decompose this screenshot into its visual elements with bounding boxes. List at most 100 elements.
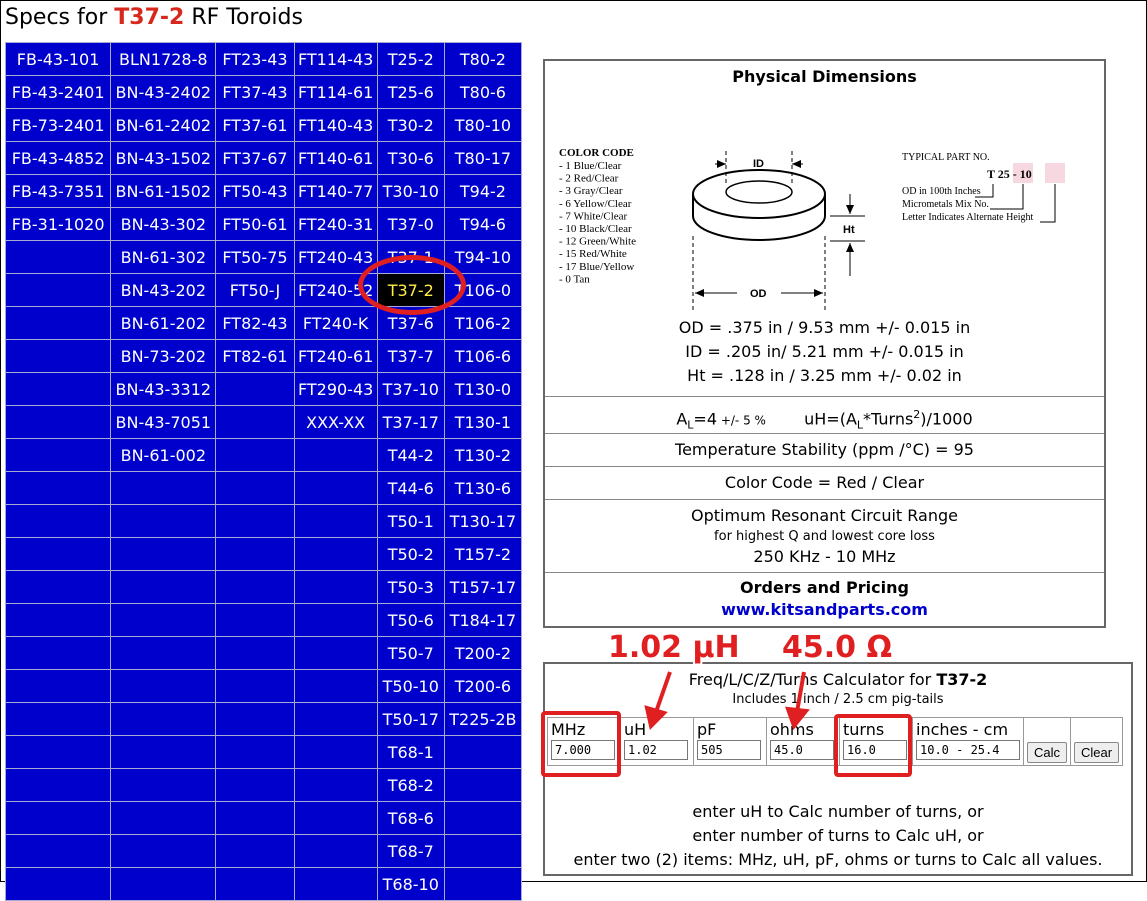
part-link[interactable]: T68-10 — [376, 867, 445, 901]
part-link[interactable]: T25-2 — [376, 42, 445, 76]
part-link[interactable]: FT290-43 — [293, 372, 378, 406]
part-link[interactable]: T130-6 — [443, 471, 523, 505]
part-link[interactable]: T30-2 — [376, 108, 445, 142]
part-link[interactable]: FT114-61 — [293, 75, 378, 109]
part-link[interactable]: T94-2 — [443, 174, 523, 208]
part-link[interactable]: FT37-61 — [215, 108, 295, 142]
part-link[interactable]: T37-10 — [376, 372, 445, 406]
part-link[interactable]: T157-2 — [443, 537, 523, 571]
part-link[interactable]: T50-2 — [376, 537, 445, 571]
part-link[interactable]: T80-10 — [443, 108, 523, 142]
part-link[interactable]: FT240-61 — [293, 339, 378, 373]
part-link[interactable]: XXX-XX — [293, 405, 378, 439]
part-link[interactable]: FT50-43 — [215, 174, 295, 208]
color-code-row: Color Code = Red / Clear — [545, 466, 1104, 499]
part-link[interactable]: BN-61-1502 — [110, 174, 217, 208]
part-link[interactable]: T130-17 — [443, 504, 523, 538]
part-link[interactable]: FT140-43 — [293, 108, 378, 142]
part-link[interactable]: FB-43-4852 — [4, 141, 112, 175]
part-link[interactable]: FT82-61 — [215, 339, 295, 373]
calc-button[interactable]: Calc — [1027, 742, 1068, 763]
part-link[interactable]: T157-17 — [443, 570, 523, 604]
part-link[interactable]: BN-43-2402 — [110, 75, 217, 109]
part-link[interactable]: FT82-43 — [215, 306, 295, 340]
part-link[interactable]: T68-6 — [376, 801, 445, 835]
part-link[interactable]: FB-43-2401 — [4, 75, 112, 109]
part-link[interactable]: T44-2 — [376, 438, 445, 472]
empty-cell — [110, 471, 217, 505]
part-link[interactable]: FT140-77 — [293, 174, 378, 208]
part-link[interactable]: T80-17 — [443, 141, 523, 175]
length-input[interactable] — [916, 740, 1020, 760]
part-link[interactable]: FT23-43 — [215, 42, 295, 76]
part-link[interactable]: T94-6 — [443, 207, 523, 241]
part-link[interactable]: FT50-J — [215, 273, 295, 307]
part-link[interactable]: T25-6 — [376, 75, 445, 109]
part-link[interactable]: BN-61-2402 — [110, 108, 217, 142]
uh-input[interactable] — [624, 740, 688, 760]
part-link[interactable]: T37-0 — [376, 207, 445, 241]
part-link[interactable]: FT37-67 — [215, 141, 295, 175]
part-link[interactable]: BN-43-1502 — [110, 141, 217, 175]
part-link[interactable]: T80-6 — [443, 75, 523, 109]
part-link[interactable]: T50-7 — [376, 636, 445, 670]
part-link[interactable]: FT37-43 — [215, 75, 295, 109]
empty-cell — [110, 603, 217, 637]
part-link[interactable]: BN-61-302 — [110, 240, 217, 274]
empty-cell — [215, 438, 295, 472]
part-link[interactable]: FB-73-2401 — [4, 108, 112, 142]
part-link[interactable]: BN-73-202 — [110, 339, 217, 373]
part-link[interactable]: T130-2 — [443, 438, 523, 472]
empty-cell — [215, 504, 295, 538]
part-link[interactable]: BN-43-7051 — [110, 405, 217, 439]
part-link[interactable]: T106-6 — [443, 339, 523, 373]
part-link[interactable]: T30-10 — [376, 174, 445, 208]
part-link[interactable]: FB-31-1020 — [4, 207, 112, 241]
empty-cell — [293, 504, 378, 538]
typical-part: T 25 - 10 — [987, 167, 1032, 181]
clear-button[interactable]: Clear — [1074, 742, 1120, 763]
part-link[interactable]: T200-6 — [443, 669, 523, 703]
page-title: Specs for T37-2 RF Toroids — [5, 5, 303, 30]
part-link[interactable]: FT50-61 — [215, 207, 295, 241]
part-link[interactable]: FT140-61 — [293, 141, 378, 175]
part-link[interactable]: T37-17 — [376, 405, 445, 439]
orders-link[interactable]: www.kitsandparts.com — [545, 600, 1104, 619]
part-link[interactable]: BN-43-302 — [110, 207, 217, 241]
part-link[interactable]: BN-61-202 — [110, 306, 217, 340]
empty-cell — [4, 438, 112, 472]
pf-input[interactable] — [697, 740, 761, 760]
part-link[interactable]: T50-10 — [376, 669, 445, 703]
color-code-item: - 0 Tan — [559, 273, 590, 285]
part-link[interactable]: T130-0 — [443, 372, 523, 406]
part-link[interactable]: BN-43-3312 — [110, 372, 217, 406]
part-link[interactable]: T225-2B — [443, 702, 523, 736]
part-link[interactable]: T68-2 — [376, 768, 445, 802]
part-link[interactable]: FB-43-7351 — [4, 174, 112, 208]
part-link[interactable]: FT114-43 — [293, 42, 378, 76]
color-code-item: - 2 Red/Clear — [559, 173, 619, 185]
part-link[interactable]: T68-7 — [376, 834, 445, 868]
part-link[interactable]: FT240-K — [293, 306, 378, 340]
part-link[interactable]: T50-6 — [376, 603, 445, 637]
part-link[interactable]: T68-1 — [376, 735, 445, 769]
part-link[interactable]: BN-43-202 — [110, 273, 217, 307]
part-link[interactable]: T184-17 — [443, 603, 523, 637]
part-link[interactable]: T44-6 — [376, 471, 445, 505]
part-link[interactable]: FB-43-101 — [4, 42, 112, 76]
part-link[interactable]: T130-1 — [443, 405, 523, 439]
part-link[interactable]: T50-3 — [376, 570, 445, 604]
part-link[interactable]: T200-2 — [443, 636, 523, 670]
part-link[interactable]: T106-2 — [443, 306, 523, 340]
part-link[interactable]: FT50-75 — [215, 240, 295, 274]
part-link[interactable]: T30-6 — [376, 141, 445, 175]
ohms-input[interactable] — [770, 740, 834, 760]
empty-cell — [110, 801, 217, 835]
part-link[interactable]: T50-1 — [376, 504, 445, 538]
part-link[interactable]: T37-7 — [376, 339, 445, 373]
part-link[interactable]: T80-2 — [443, 42, 523, 76]
part-link[interactable]: FT240-31 — [293, 207, 378, 241]
part-link[interactable]: BLN1728-8 — [110, 42, 217, 76]
part-link[interactable]: BN-61-002 — [110, 438, 217, 472]
part-link[interactable]: T50-17 — [376, 702, 445, 736]
